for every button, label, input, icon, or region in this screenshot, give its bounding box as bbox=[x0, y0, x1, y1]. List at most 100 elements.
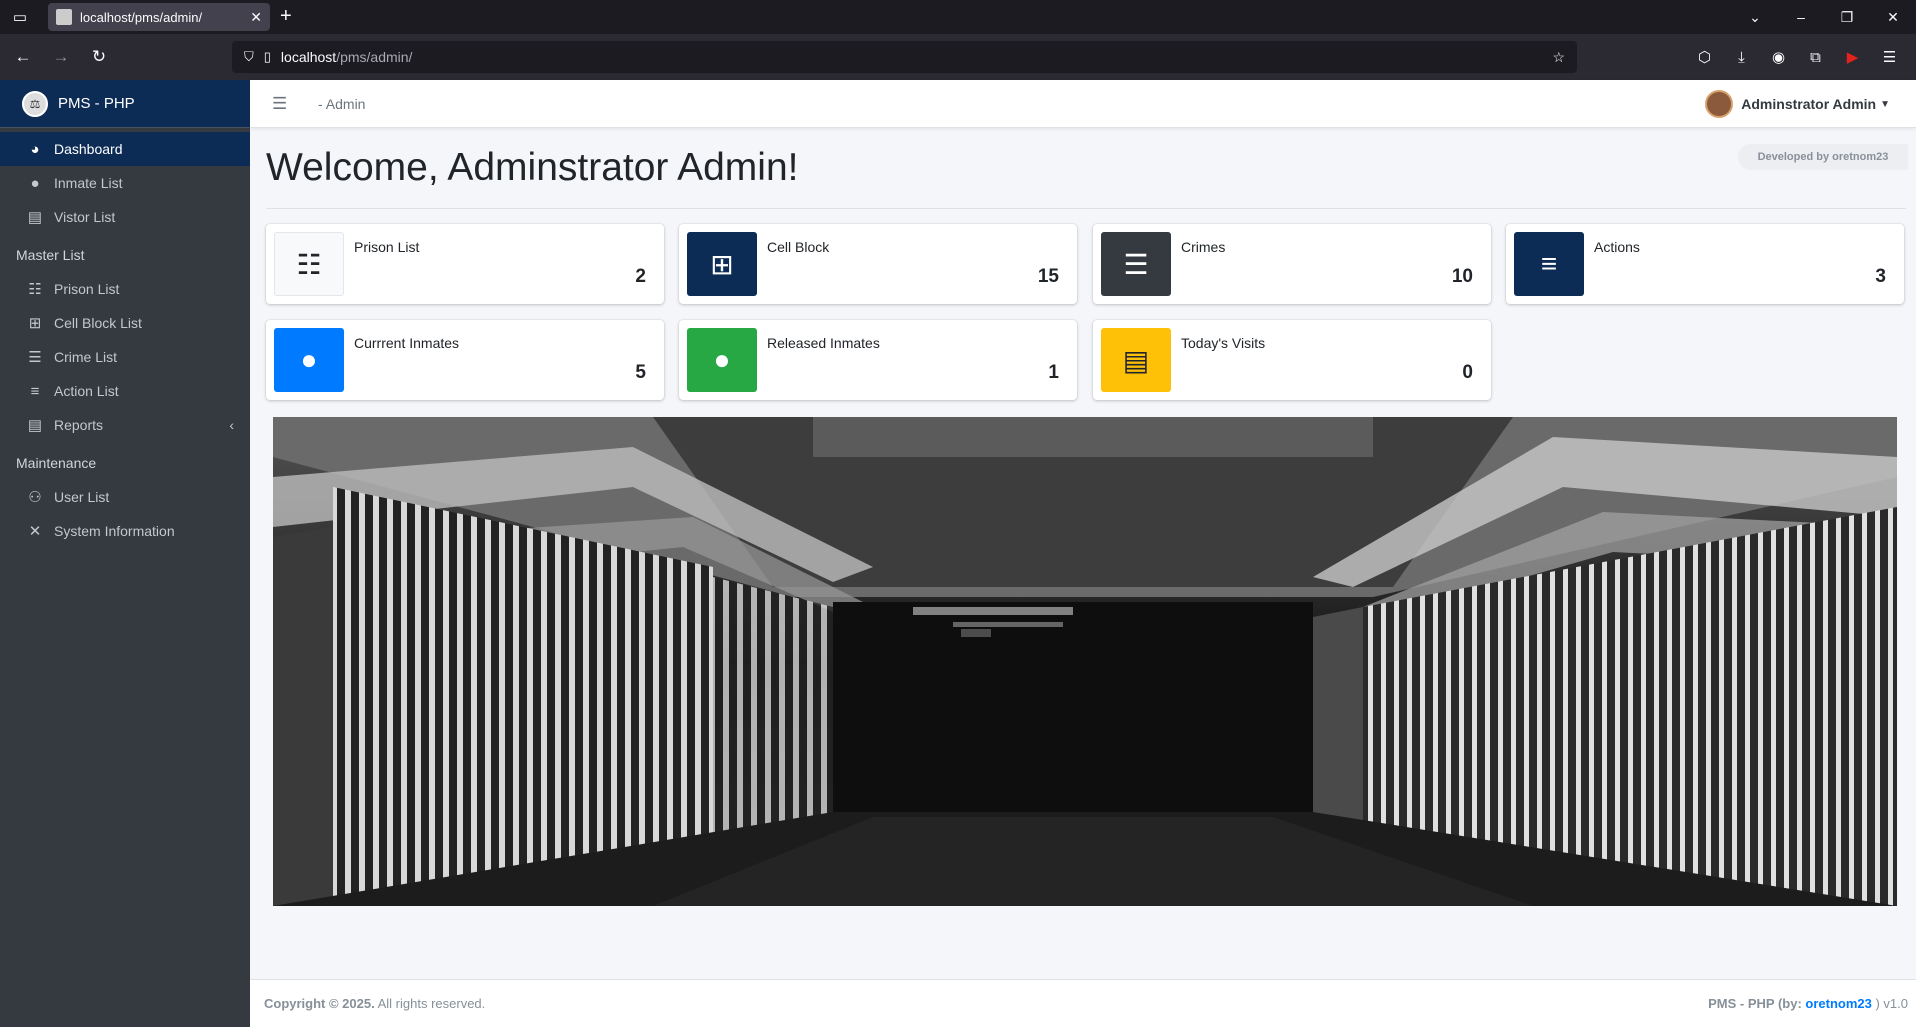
bars-icon: ≡ bbox=[30, 382, 40, 400]
info-box-prison-list[interactable]: ☷ Prison List 2 bbox=[266, 224, 664, 304]
sidebar-item-dashboard[interactable]: ◕ Dashboard bbox=[0, 132, 250, 166]
info-box-label: Actions bbox=[1594, 239, 1640, 255]
close-window-icon[interactable]: ✕ bbox=[1870, 9, 1916, 26]
info-box-number: 15 bbox=[1037, 266, 1059, 287]
sidebar-item-action-list[interactable]: ≡ Action List bbox=[0, 374, 250, 408]
pocket-icon[interactable]: ⬡ bbox=[1686, 48, 1723, 66]
tachometer-icon: ◕ bbox=[30, 140, 40, 158]
info-box-number: 3 bbox=[1875, 266, 1886, 287]
info-box-label: Released Inmates bbox=[767, 335, 880, 351]
new-tab-icon[interactable]: + bbox=[280, 5, 292, 28]
info-box-cell-block[interactable]: ⊞ Cell Block 15 bbox=[679, 224, 1077, 304]
chevron-left-icon[interactable]: ‹ bbox=[229, 417, 234, 433]
sidebar-item-label: User List bbox=[54, 489, 110, 505]
table-icon: ☷ bbox=[274, 232, 344, 296]
user-name: Adminstrator Admin bbox=[1741, 96, 1877, 112]
sidebar-item-label: Prison List bbox=[54, 281, 120, 297]
youtube-icon[interactable]: ▶ bbox=[1834, 48, 1871, 66]
url-bar[interactable]: ⛉ ▯ localhost/pms/admin/ ☆ bbox=[232, 41, 1577, 73]
close-tab-icon[interactable]: ✕ bbox=[250, 9, 262, 26]
sidebar-item-crime-list[interactable]: ☰ Crime List bbox=[0, 340, 250, 374]
forward-icon[interactable]: → bbox=[42, 47, 80, 67]
sidebar-item-label: Cell Block List bbox=[54, 315, 142, 331]
user-icon: ● bbox=[30, 174, 40, 192]
list-icon: ☰ bbox=[28, 349, 42, 366]
page-icon: ▯ bbox=[263, 49, 271, 64]
sidebar-item-prison-list[interactable]: ☷ Prison List bbox=[0, 272, 250, 306]
master-list-header: Master List bbox=[16, 247, 85, 263]
restore-icon[interactable]: ❐ bbox=[1824, 9, 1870, 26]
footer: Copyright © 2025. All rights reserved. P… bbox=[250, 979, 1916, 1027]
info-box-number: 1 bbox=[1048, 362, 1059, 383]
sidebar-item-visitor-list[interactable]: ▤ Vistor List bbox=[0, 200, 250, 234]
brand-logo: ⚖ bbox=[22, 90, 48, 117]
sidebar-item-label: Inmate List bbox=[54, 175, 123, 191]
sidebar-item-cell-block-list[interactable]: ⊞ Cell Block List bbox=[0, 306, 250, 340]
developed-by-badge: Developed by oretnom23 bbox=[1738, 144, 1908, 170]
grid-icon: ⊞ bbox=[28, 315, 42, 332]
info-box-number: 2 bbox=[635, 266, 646, 287]
download-icon[interactable]: ⤓ bbox=[1723, 49, 1760, 66]
hamburger-icon[interactable]: ☰ bbox=[272, 94, 302, 114]
info-box-current-inmates[interactable]: ● Currrent Inmates 5 bbox=[266, 320, 664, 400]
info-box-label: Prison List bbox=[354, 239, 420, 255]
divider bbox=[266, 208, 1906, 209]
users-icon: ⚇ bbox=[28, 489, 42, 506]
info-box-label: Cell Block bbox=[767, 239, 830, 255]
sidebar-item-label: Vistor List bbox=[54, 209, 116, 225]
footer-credit: PMS - PHP (by: oretnom23 ) v1.0 bbox=[1708, 996, 1908, 1011]
credit-suffix: ) v1.0 bbox=[1871, 996, 1908, 1011]
extensions-icon[interactable]: ⧉ bbox=[1797, 49, 1834, 66]
account-icon[interactable]: ◉ bbox=[1760, 48, 1797, 66]
user-icon: ● bbox=[274, 328, 344, 392]
browser-tab[interactable]: localhost/pms/admin/ ✕ bbox=[48, 3, 270, 31]
author-link[interactable]: oretnom23 bbox=[1805, 996, 1871, 1011]
copyright-rest: All rights reserved. bbox=[374, 996, 486, 1011]
sidebar-item-system-information[interactable]: ✕ System Information bbox=[0, 514, 250, 548]
brand-link[interactable]: ⚖ PMS - PHP bbox=[0, 80, 250, 128]
user-menu[interactable]: Adminstrator Admin ▼ bbox=[1705, 90, 1890, 118]
reload-icon[interactable]: ↻ bbox=[80, 47, 118, 67]
sidebar-item-label: Action List bbox=[54, 383, 119, 399]
info-box-actions[interactable]: ≡ Actions 3 bbox=[1506, 224, 1904, 304]
back-icon[interactable]: ← bbox=[4, 47, 42, 67]
bookmark-star-icon[interactable]: ☆ bbox=[1552, 49, 1565, 66]
url-path: /pms/admin/ bbox=[336, 49, 413, 65]
maintenance-header: Maintenance bbox=[16, 455, 97, 471]
file-icon: ▤ bbox=[27, 209, 43, 226]
info-box-number: 5 bbox=[635, 362, 646, 383]
favicon-icon bbox=[56, 9, 72, 25]
file-icon: ▤ bbox=[1101, 328, 1171, 392]
sidebar-item-reports[interactable]: ▤ Reports ‹ bbox=[0, 408, 250, 442]
tab-overflow-icon[interactable]: ⌄ bbox=[1732, 9, 1778, 26]
copyright-bold: Copyright © 2025. bbox=[264, 996, 375, 1011]
avatar bbox=[1705, 90, 1734, 118]
top-navbar: ☰ - Admin Adminstrator Admin ▼ bbox=[250, 80, 1916, 128]
browser-tab-bar: ▭ localhost/pms/admin/ ✕ + ⌄ – ❐ ✕ bbox=[0, 0, 1916, 34]
tab-title: localhost/pms/admin/ bbox=[80, 9, 203, 25]
browser-nav-bar: ← → ↻ ⛉ ▯ localhost/pms/admin/ ☆ ⬡ ⤓ ◉ ⧉… bbox=[0, 34, 1916, 80]
tab-list-icon[interactable]: ▭ bbox=[0, 0, 40, 34]
menu-icon[interactable]: ☰ bbox=[1871, 48, 1908, 66]
info-box-todays-visits[interactable]: ▤ Today's Visits 0 bbox=[1093, 320, 1491, 400]
file-icon: ▤ bbox=[27, 417, 43, 434]
info-box-number: 0 bbox=[1462, 362, 1473, 383]
sidebar-item-label: Reports bbox=[54, 417, 104, 433]
info-box-crimes[interactable]: ☰ Crimes 10 bbox=[1093, 224, 1491, 304]
sidebar-item-label: Dashboard bbox=[54, 141, 123, 157]
url-host: localhost bbox=[280, 49, 337, 65]
shield-icon[interactable]: ⛉ bbox=[244, 49, 254, 65]
sidebar-item-inmate-list[interactable]: ● Inmate List bbox=[0, 166, 250, 200]
prison-corridor-image bbox=[273, 417, 1897, 906]
minimize-icon[interactable]: – bbox=[1778, 9, 1824, 25]
bars-icon: ≡ bbox=[1514, 232, 1584, 296]
copyright: Copyright © 2025. All rights reserved. bbox=[264, 996, 485, 1011]
credit-prefix: PMS - PHP (by: bbox=[1708, 996, 1806, 1011]
info-box-released-inmates[interactable]: ● Released Inmates 1 bbox=[679, 320, 1077, 400]
page-title: Welcome, Adminstrator Admin! bbox=[266, 146, 799, 189]
user-icon: ● bbox=[687, 328, 757, 392]
table-icon: ☷ bbox=[28, 281, 42, 298]
tools-icon: ✕ bbox=[28, 523, 42, 540]
sidebar-item-user-list[interactable]: ⚇ User List bbox=[0, 480, 250, 514]
main-content: Welcome, Adminstrator Admin! Developed b… bbox=[250, 128, 1916, 979]
